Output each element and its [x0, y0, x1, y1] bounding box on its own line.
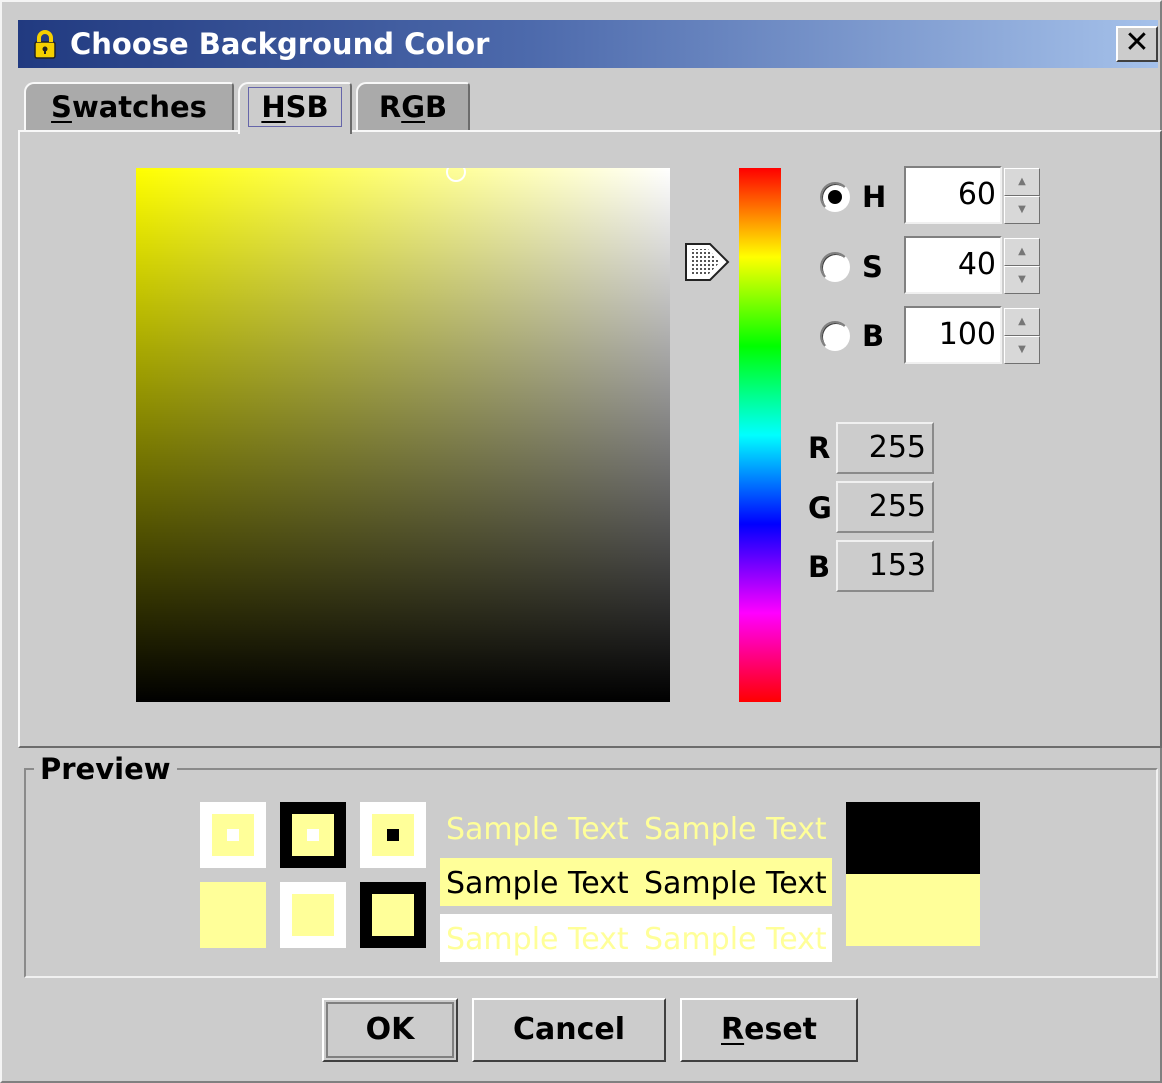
tab-label: RGB	[378, 90, 448, 124]
close-button[interactable]: ✕	[1116, 26, 1158, 62]
saturation-label: S	[862, 250, 883, 284]
ok-button[interactable]: OK	[322, 998, 458, 1062]
hue-decrement-button[interactable]: ▼	[1004, 196, 1040, 224]
sample-text: Sample Text	[644, 866, 827, 901]
tab-hsb[interactable]: HSB	[238, 82, 352, 134]
sample-text: Sample Text	[644, 922, 827, 957]
brightness-input[interactable]: 100	[904, 306, 1002, 364]
green-label: G	[808, 491, 832, 525]
radio-brightness[interactable]	[820, 321, 850, 351]
green-value: 255	[836, 481, 934, 533]
sample-text: Sample Text	[644, 812, 827, 847]
reset-button[interactable]: Reset	[680, 998, 858, 1062]
title-bar[interactable]: Choose Background Color	[18, 20, 1158, 68]
window-title: Choose Background Color	[70, 27, 490, 61]
color-chooser-dialog: Choose Background Color ✕ Swatches HSB R…	[0, 0, 1162, 1083]
preview-swatch-dot	[227, 829, 239, 841]
arrow-up-icon: ▲	[1018, 176, 1026, 187]
preview-swatch	[200, 802, 266, 868]
brightness-label: B	[862, 319, 885, 353]
preview-swatch	[280, 802, 346, 868]
brightness-decrement-button[interactable]: ▼	[1004, 336, 1040, 364]
hue-increment-button[interactable]: ▲	[1004, 168, 1040, 196]
preview-swatch-inner	[292, 894, 334, 936]
tab-swatches[interactable]: Swatches	[24, 82, 234, 132]
arrow-down-icon: ▼	[1018, 274, 1026, 285]
preview-swatch	[280, 882, 346, 948]
sample-text: Sample Text	[446, 812, 629, 847]
blue-value: 153	[836, 540, 934, 592]
preview-swatch	[360, 882, 426, 948]
saturation-increment-button[interactable]: ▲	[1004, 238, 1040, 266]
sample-text: Sample Text	[446, 922, 629, 957]
saturation-brightness-picker[interactable]	[136, 168, 670, 702]
preview-swatch-inner	[372, 894, 414, 936]
current-color-swatch	[846, 874, 980, 946]
arrow-up-icon: ▲	[1018, 316, 1026, 327]
preview-swatch-dot	[387, 829, 399, 841]
java-cup-icon	[34, 30, 56, 59]
brightness-increment-button[interactable]: ▲	[1004, 308, 1040, 336]
hue-input[interactable]: 60	[904, 166, 1002, 224]
tab-rgb[interactable]: RGB	[356, 82, 470, 132]
sample-text: Sample Text	[446, 866, 629, 901]
preview-swatch	[360, 802, 426, 868]
tab-label: Swatches	[51, 90, 207, 124]
saturation-decrement-button[interactable]: ▼	[1004, 266, 1040, 294]
previous-color-swatch	[846, 802, 980, 874]
preview-swatch-inner	[292, 814, 334, 856]
red-value: 255	[836, 422, 934, 474]
close-icon: ✕	[1124, 25, 1150, 60]
saturation-input[interactable]: 40	[904, 236, 1002, 294]
hue-slider-bar[interactable]	[739, 168, 781, 702]
preview-swatch-dot	[307, 829, 319, 841]
blue-label: B	[808, 550, 831, 584]
preview-swatch-inner	[372, 814, 414, 856]
radio-saturation[interactable]	[820, 252, 850, 282]
hue-label: H	[862, 180, 887, 214]
preview-swatch-inner	[212, 814, 254, 856]
slider-arrow-icon[interactable]	[684, 240, 730, 284]
arrow-down-icon: ▼	[1018, 204, 1026, 215]
red-label: R	[808, 431, 831, 465]
preview-title: Preview	[34, 750, 177, 788]
preview-swatch	[200, 882, 266, 948]
cancel-button[interactable]: Cancel	[472, 998, 666, 1062]
radio-hue[interactable]	[820, 182, 850, 212]
arrow-down-icon: ▼	[1018, 344, 1026, 355]
arrow-up-icon: ▲	[1018, 246, 1026, 257]
tab-label: HSB	[248, 87, 342, 127]
